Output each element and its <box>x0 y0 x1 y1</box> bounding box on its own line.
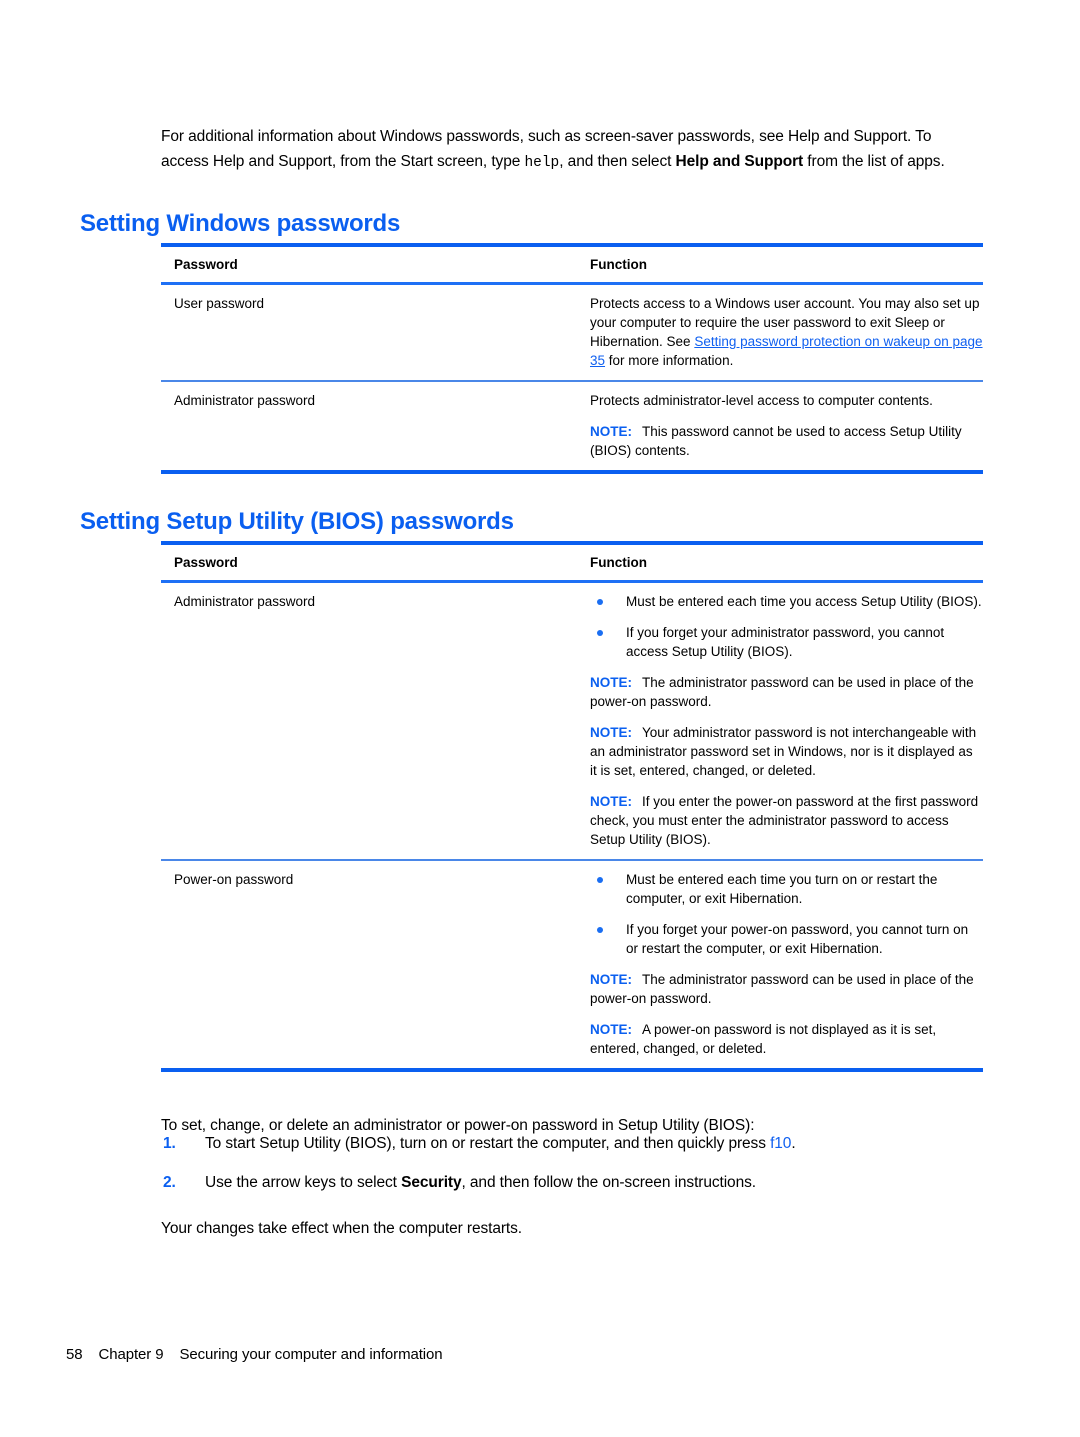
table-row: Power-on password Must be entered each t… <box>161 861 983 1068</box>
table-header-row: Password Function <box>161 247 983 282</box>
table-row: User password Protects access to a Windo… <box>161 285 983 380</box>
document-page: For additional information about Windows… <box>0 0 1080 1437</box>
note-label: NOTE: <box>590 725 632 740</box>
bullet-list-wrapper: Must be entered each time you access Set… <box>590 592 983 661</box>
column-header-function: Function <box>590 555 647 570</box>
cell-password-name: Power-on password <box>174 872 294 887</box>
step-number: 2. <box>163 1174 176 1191</box>
function-note-paragraph: NOTE: If you enter the power-on password … <box>590 792 983 849</box>
list-item: If you forget your administrator passwor… <box>590 623 983 661</box>
section-heading-setting-setup-utility-bios-passwords: Setting Setup Utility (BIOS) passwords <box>80 508 514 536</box>
footer-page-number: 58 <box>66 1346 83 1363</box>
footer-chapter: Chapter 9 <box>98 1346 164 1363</box>
step-number: 1. <box>163 1135 176 1152</box>
bios-passwords-table: Password Function Administrator password… <box>161 541 983 1072</box>
list-item: 1. To start Setup Utility (BIOS), turn on… <box>161 1131 981 1156</box>
note-text: The administrator password can be used i… <box>590 972 974 1006</box>
list-item: If you forget your power-on password, yo… <box>590 920 983 958</box>
procedure-step-list: 1. To start Setup Utility (BIOS), turn on… <box>161 1131 981 1209</box>
note-label: NOTE: <box>590 794 632 809</box>
cell-function-description: Protects administrator-level access to c… <box>576 391 983 460</box>
procedure-closing-text: Your changes take effect when the comput… <box>161 1219 522 1237</box>
note-text: This password cannot be used to access S… <box>590 424 962 458</box>
function-bullet-list: Must be entered each time you access Set… <box>590 592 983 661</box>
note-text: If you enter the power-on password at th… <box>590 794 979 847</box>
intro-bold-help-and-support: Help and Support <box>675 152 804 170</box>
note-label: NOTE: <box>590 675 632 690</box>
cell-password-name: Administrator password <box>174 594 316 609</box>
step-text-after-bold: , and then follow the on-screen instruct… <box>461 1174 756 1191</box>
list-item: 2. Use the arrow keys to select Security,… <box>161 1170 981 1195</box>
cell-password-name: Administrator password <box>174 393 316 408</box>
bullet-list-wrapper: Must be entered each time you turn on or… <box>590 870 983 958</box>
intro-text-part2: , and then select <box>559 152 676 170</box>
column-header-password: Password <box>174 555 238 570</box>
function-paragraph: Protects access to a Windows user accoun… <box>590 294 983 370</box>
intro-paragraph: For additional information about Windows… <box>161 124 971 176</box>
intro-text-part3: from the list of apps. <box>803 152 945 170</box>
function-paragraph: Protects administrator-level access to c… <box>590 393 933 408</box>
step-bold-security: Security <box>401 1174 462 1191</box>
table-row: Administrator password Must be entered e… <box>161 583 983 859</box>
note-text: The administrator password can be used i… <box>590 675 974 709</box>
note-text: A power-on password is not displayed as … <box>590 1022 937 1056</box>
function-bullet-list: Must be entered each time you turn on or… <box>590 870 983 958</box>
windows-passwords-table: Password Function User password Protects… <box>161 243 983 474</box>
note-text: Your administrator password is not inter… <box>590 725 977 778</box>
step-text-before-key: To start Setup Utility (BIOS), turn on o… <box>205 1135 771 1152</box>
function-text-after-link: for more information. <box>605 353 734 368</box>
table-header-row: Password Function <box>161 545 983 580</box>
function-note-paragraph: NOTE: A power-on password is not displaye… <box>590 1020 983 1058</box>
step-text-before-bold: Use the arrow keys to select <box>205 1174 402 1191</box>
note-label: NOTE: <box>590 1022 632 1037</box>
list-item: Must be entered each time you turn on or… <box>590 870 983 908</box>
section-heading-setting-windows-passwords: Setting Windows passwords <box>80 210 401 238</box>
step-text-after-key: . <box>791 1135 796 1152</box>
column-header-password: Password <box>174 257 238 272</box>
cell-function-description: Must be entered each time you access Set… <box>576 592 983 849</box>
cell-function-description: Protects access to a Windows user accoun… <box>576 294 983 370</box>
column-header-function: Function <box>590 257 647 272</box>
list-item: Must be entered each time you access Set… <box>590 592 983 611</box>
cell-password-name: User password <box>174 296 265 311</box>
function-note-paragraph: NOTE: The administrator password can be u… <box>590 970 983 1008</box>
function-note-paragraph: NOTE: Your administrator password is not … <box>590 723 983 780</box>
function-note-paragraph: NOTE: The administrator password can be u… <box>590 673 983 711</box>
table-bottom-rule <box>161 470 983 474</box>
note-label: NOTE: <box>590 424 632 439</box>
table-bottom-rule <box>161 1068 983 1072</box>
page-footer: 58 Chapter 9 Securing your computer and in… <box>66 1346 443 1363</box>
function-note-paragraph: NOTE: This password cannot be used to acc… <box>590 422 983 460</box>
table-row: Administrator password Protects administ… <box>161 382 983 470</box>
intro-code-help: help <box>524 154 560 171</box>
note-label: NOTE: <box>590 972 632 987</box>
footer-chapter-title: Securing your computer and information <box>179 1346 443 1363</box>
cell-function-description: Must be entered each time you turn on or… <box>576 870 983 1058</box>
key-reference-f10: f10 <box>770 1135 792 1152</box>
